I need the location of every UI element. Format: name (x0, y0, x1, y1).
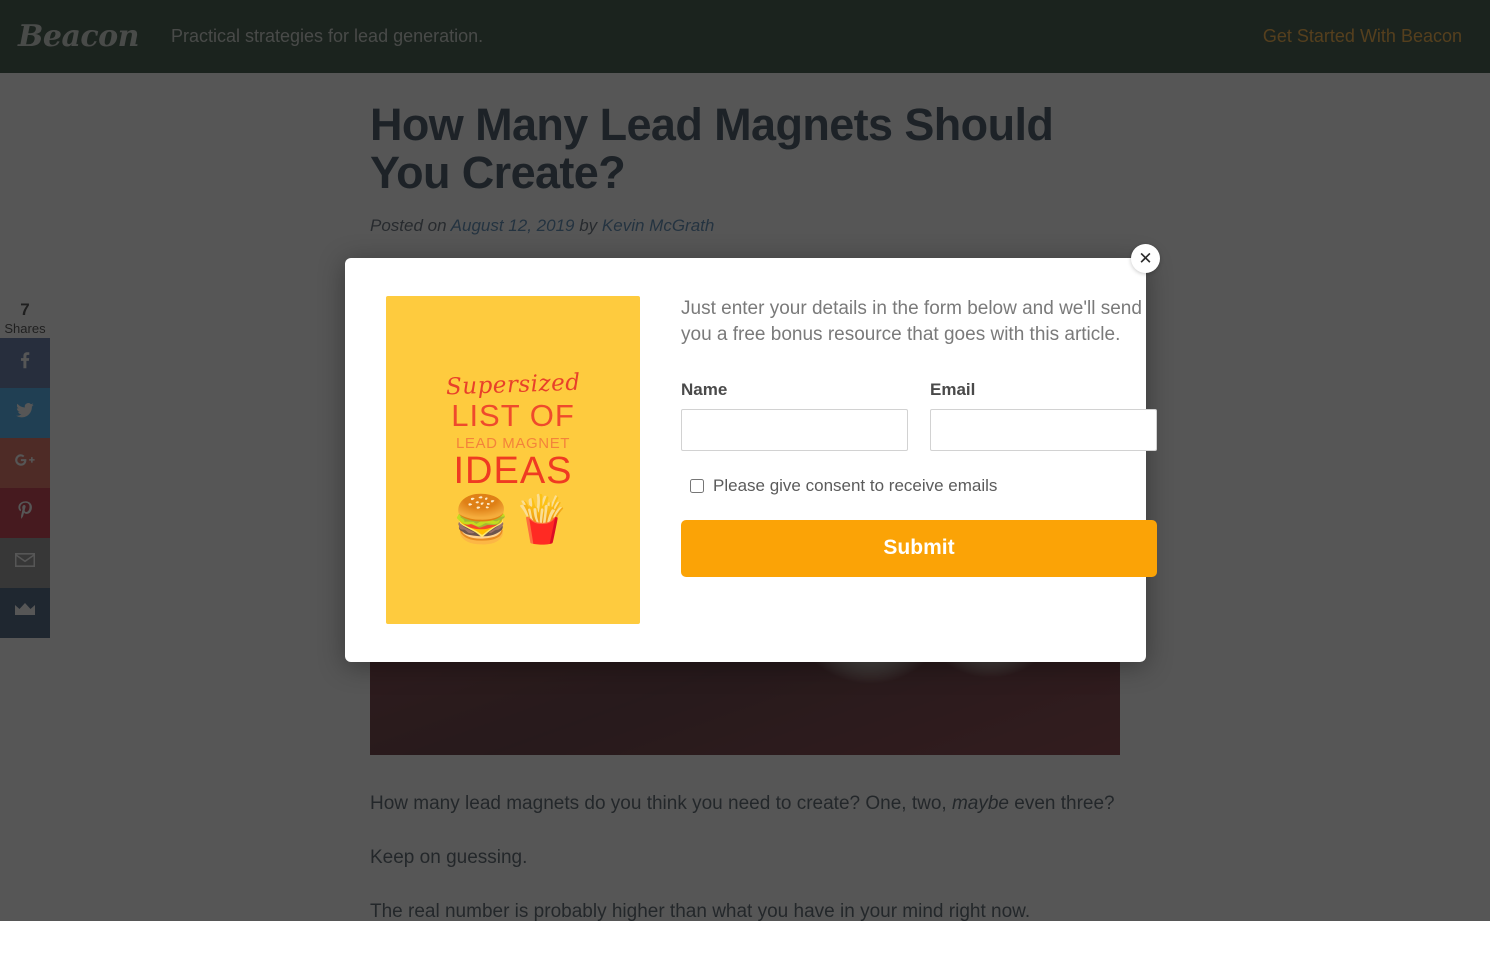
email-input[interactable] (930, 409, 1157, 451)
lead-magnet-cover-image: Supersized LIST OF LEAD MAGNET IDEAS 🍔🍟 (386, 296, 640, 624)
burger-fries-icon: 🍔🍟 (453, 496, 574, 542)
name-field-group: Name (681, 380, 908, 451)
consent-checkbox[interactable] (690, 479, 704, 493)
close-icon[interactable]: ✕ (1131, 244, 1160, 273)
modal-form-side: Just enter your details in the form belo… (681, 296, 1157, 624)
email-label: Email (930, 380, 1157, 400)
name-input[interactable] (681, 409, 908, 451)
name-label: Name (681, 380, 908, 400)
form-field-row: Name Email (681, 380, 1157, 451)
cover-ideas-line: IDEAS (453, 452, 572, 492)
cover-script-line: Supersized (445, 370, 580, 401)
submit-button[interactable]: Submit (681, 520, 1157, 577)
consent-row: Please give consent to receive emails (681, 476, 1157, 496)
email-field-group: Email (930, 380, 1157, 451)
lead-magnet-modal: ✕ Supersized LIST OF LEAD MAGNET IDEAS 🍔… (345, 258, 1146, 662)
modal-description: Just enter your details in the form belo… (681, 296, 1157, 349)
cover-listof-line: LIST OF (451, 400, 575, 433)
consent-label[interactable]: Please give consent to receive emails (713, 476, 997, 496)
